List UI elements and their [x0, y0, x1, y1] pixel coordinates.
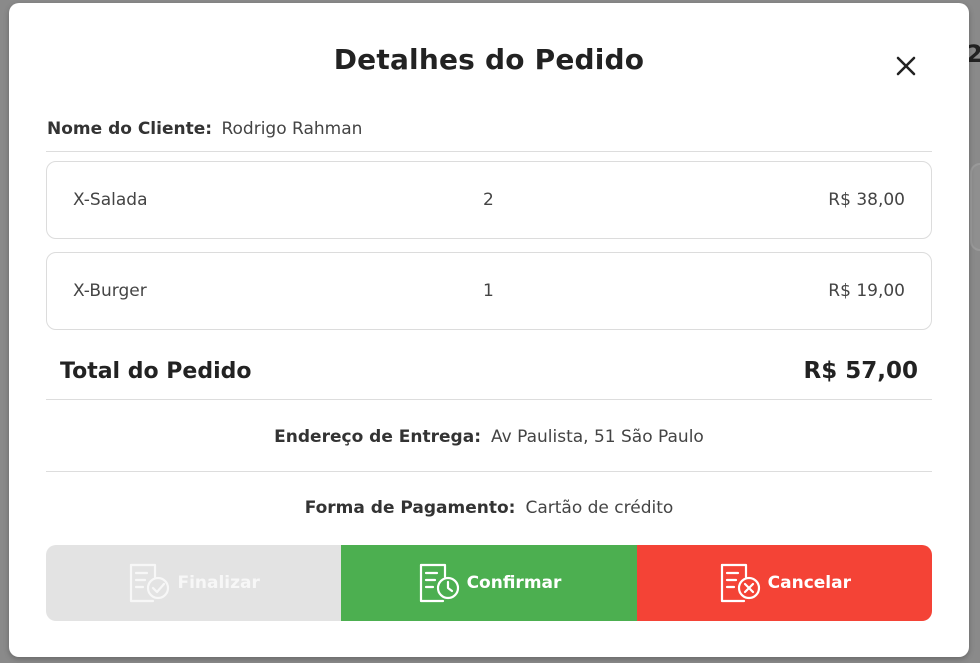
client-name: Rodrigo Rahman	[221, 119, 363, 139]
document-x-icon	[720, 563, 760, 603]
close-button[interactable]	[893, 53, 919, 79]
order-item: X-Burger 1 R$ 19,00	[46, 252, 932, 330]
item-name: X-Burger	[73, 281, 147, 301]
modal-title: Detalhes do Pedido	[333, 43, 645, 76]
item-price: R$ 19,00	[828, 281, 905, 301]
delivery-address: Endereço de Entrega: Av Paulista, 51 São …	[9, 427, 969, 447]
item-quantity: 1	[483, 281, 494, 301]
document-clock-icon	[419, 563, 459, 603]
cancel-button[interactable]: Cancelar	[636, 545, 932, 621]
payment-method: Forma de Pagamento: Cartão de crédito	[9, 498, 969, 518]
confirm-button[interactable]: Confirmar	[341, 545, 637, 621]
divider	[46, 399, 932, 400]
backdrop-card-edge	[970, 163, 980, 251]
delivery-label: Endereço de Entrega:	[274, 427, 481, 447]
payment-label: Forma de Pagamento:	[304, 498, 516, 518]
order-details-modal: Detalhes do Pedido Nome do Cliente: Rodr…	[9, 3, 969, 657]
item-quantity: 2	[483, 190, 494, 210]
divider	[46, 151, 932, 152]
item-price: R$ 38,00	[828, 190, 905, 210]
client-info: Nome do Cliente: Rodrigo Rahman	[47, 119, 362, 139]
client-label: Nome do Cliente:	[47, 119, 213, 139]
divider	[46, 471, 932, 472]
item-name: X-Salada	[73, 190, 148, 210]
cancel-label: Cancelar	[767, 573, 851, 593]
finalize-label: Finalizar	[177, 573, 260, 593]
confirm-label: Confirmar	[466, 573, 562, 593]
order-item: X-Salada 2 R$ 38,00	[46, 161, 932, 239]
total-value: R$ 57,00	[803, 358, 918, 384]
payment-value: Cartão de crédito	[525, 498, 674, 518]
action-bar: Finalizar Confirmar Cancelar	[46, 545, 932, 621]
delivery-value: Av Paulista, 51 São Paulo	[491, 427, 704, 447]
document-check-icon	[130, 563, 170, 603]
finalize-button[interactable]: Finalizar	[46, 545, 342, 621]
total-label: Total do Pedido	[60, 359, 252, 384]
close-icon	[896, 56, 916, 76]
